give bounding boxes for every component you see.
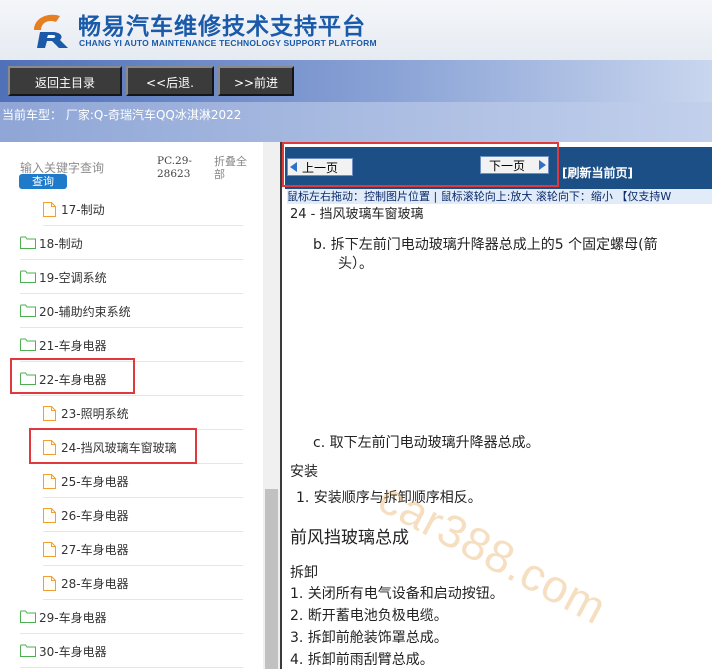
tree-item-label: 29-车身电器 [39, 611, 107, 625]
tree-item-label: 25-车身电器 [61, 475, 129, 489]
tree-item-label: 30-车身电器 [39, 645, 107, 659]
tree-folder-item[interactable]: 29-车身电器 [20, 600, 243, 634]
tree-item-label: 26-车身电器 [61, 509, 129, 523]
doc-step-b: b. 拆下左前门电动玻璃升降器总成上的5 个固定螺母(箭 [313, 237, 658, 253]
folder-icon [20, 236, 36, 249]
brand-title: 畅易汽车维修技术支持平台 [78, 14, 366, 40]
doc-install-heading: 安装 [290, 464, 318, 480]
highlight-box-24 [29, 428, 197, 464]
tree-folder-item[interactable]: 30-车身电器 [20, 634, 243, 668]
folder-icon [20, 644, 36, 657]
brand-subtitle: CHANG YI AUTO MAINTENANCE TECHNOLOGY SUP… [79, 38, 377, 48]
logo-icon [34, 14, 68, 48]
viewer-hint: 鼠标左右拖动：控制图片位置 | 鼠标滚轮向上:放大 滚轮向下：缩小 【仅支持W [287, 189, 712, 204]
tree-item-label: 27-车身电器 [61, 543, 129, 557]
tree-file-item[interactable]: 26-车身电器 [43, 498, 243, 532]
refresh-page-button[interactable]: [刷新当前页] [562, 164, 633, 181]
doc-remove-step: 4. 拆卸前雨刮臂总成。 [290, 652, 434, 668]
pc-code-label: PC.29-28623 [157, 155, 192, 180]
doc-remove-step: 2. 断开蓄电池负极电缆。 [290, 608, 448, 624]
file-icon [43, 202, 56, 217]
doc-remove-step: 1. 关闭所有电气设备和启动按钮。 [290, 586, 504, 602]
doc-step-b-cont: 头）。 [338, 256, 373, 272]
tree-item-label: 23-照明系统 [61, 407, 129, 421]
folder-icon [20, 270, 36, 283]
tree-file-item[interactable]: 23-照明系统 [43, 396, 243, 430]
home-button[interactable]: 返回主目录 [8, 66, 122, 96]
doc-remove-heading: 拆卸 [290, 565, 318, 581]
tree-folder-item[interactable]: 19-空调系统 [20, 260, 243, 294]
tree-file-item[interactable]: 25-车身电器 [43, 464, 243, 498]
tree-folder-item[interactable]: 20-辅助约束系统 [20, 294, 243, 328]
current-vehicle-label: 当前车型： 厂家:Q-奇瑞汽车QQ冰淇淋2022 [2, 108, 242, 122]
tree-file-item[interactable]: 27-车身电器 [43, 532, 243, 566]
tree-item-label: 19-空调系统 [39, 271, 107, 285]
doc-remove-step: 3. 拆卸前舱装饰罩总成。 [290, 630, 448, 646]
tree-folder-item[interactable]: 18-制动 [20, 226, 243, 260]
doc-step-c: c. 取下左前门电动玻璃升降器总成。 [313, 435, 540, 451]
file-icon [43, 576, 56, 591]
highlight-box-pager [282, 142, 559, 187]
tree-item-label: 20-辅助约束系统 [39, 305, 131, 319]
search-button[interactable]: 查询 [19, 174, 67, 189]
tree-item-label: 21-车身电器 [39, 339, 107, 353]
file-icon [43, 406, 56, 421]
file-icon [43, 542, 56, 557]
tree-item-label: 17-制动 [61, 203, 105, 217]
highlight-box-22 [10, 358, 135, 394]
tree-folder-item[interactable]: 21-车身电器 [20, 328, 243, 362]
doc-section-header: 24 - 挡风玻璃车窗玻璃 [290, 207, 424, 222]
sidebar-scrollbar-thumb[interactable] [265, 489, 278, 669]
file-icon [43, 474, 56, 489]
folder-icon [20, 304, 36, 317]
tree-item-label: 18-制动 [39, 237, 83, 251]
app-header: 畅易汽车维修技术支持平台 CHANG YI AUTO MAINTENANCE T… [0, 0, 712, 60]
tree-file-item[interactable]: 28-车身电器 [43, 566, 243, 600]
back-button[interactable]: <<后退. [126, 66, 214, 96]
nav-bar: 返回主目录 <<后退. >>前进 [0, 60, 712, 102]
tree-file-item[interactable]: 17-制动 [43, 192, 243, 226]
collapse-all-button[interactable]: 折叠全部 [214, 155, 254, 181]
file-icon [43, 508, 56, 523]
tree-item-label: 28-车身电器 [61, 577, 129, 591]
folder-icon [20, 610, 36, 623]
folder-icon [20, 338, 36, 351]
forward-button[interactable]: >>前进 [218, 66, 294, 96]
